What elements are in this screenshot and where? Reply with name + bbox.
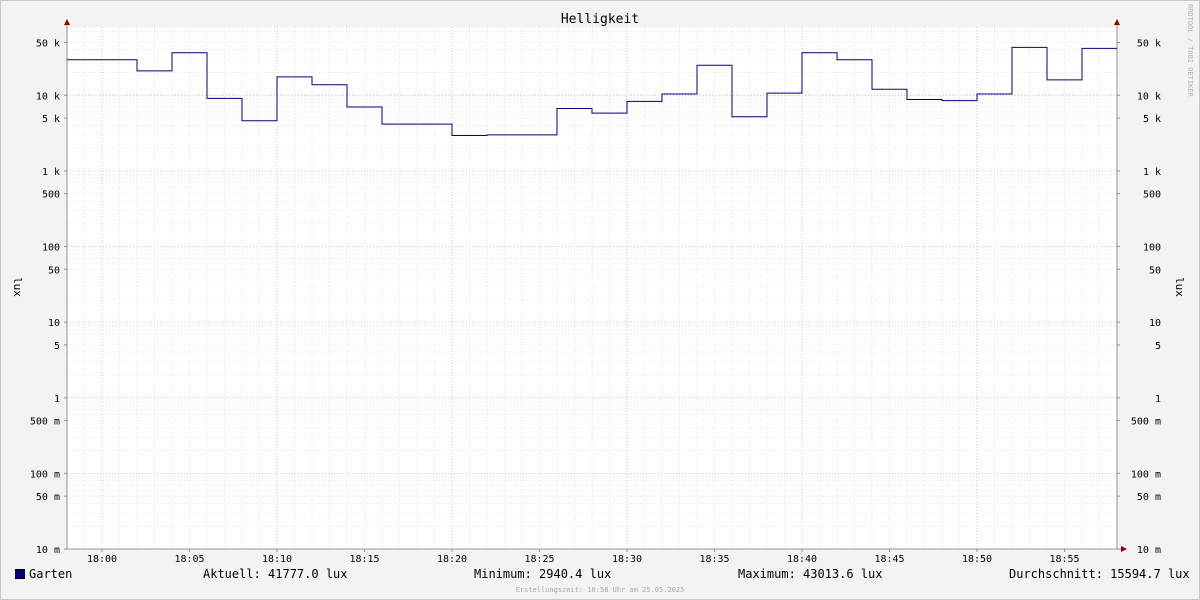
x-tick-label: 18:35: [699, 554, 729, 565]
y-tick-label-left: 50 k: [36, 38, 60, 49]
y-tick-label-left: 1: [54, 394, 60, 405]
x-tick-label: 18:20: [437, 554, 467, 565]
legend-average: Durchschnitt: 15594.7 lux: [1009, 567, 1190, 581]
chart-title: Helligkeit: [561, 12, 639, 27]
y-tick-label-right: 1 k: [1143, 167, 1161, 178]
x-tick-label: 18:40: [787, 554, 817, 565]
y-tick-label-right: 1: [1155, 394, 1161, 405]
y-tick-label-right: 100 m: [1131, 469, 1161, 480]
y-tick-label-left: 500 m: [30, 417, 60, 428]
x-tick-label: 18:05: [174, 554, 204, 565]
y-tick-label-left: 100 m: [30, 469, 60, 480]
y-tick-label-right: 50: [1149, 265, 1161, 276]
y-tick-label-right: 500 m: [1131, 417, 1161, 428]
x-axis-arrow: [1121, 546, 1127, 552]
x-tick-label: 18:25: [524, 554, 554, 565]
chart-svg: Helligkeit lux lux RRDTOOL / TOBI OETIKE…: [11, 4, 1194, 594]
x-tick-label: 18:00: [87, 554, 117, 565]
y-tick-label-right: 500: [1143, 190, 1161, 201]
y-axis-arrow-right: [1114, 19, 1120, 25]
y-tick-label-left: 5 k: [42, 114, 60, 125]
y-tick-label-left: 10 m: [36, 545, 60, 556]
x-tick-label: 18:30: [612, 554, 642, 565]
footer-timestamp: Erstellungszeit: 18:58 Uhr am 25.05.2025: [516, 586, 685, 594]
x-tick-label: 18:55: [1049, 554, 1079, 565]
y-axis-arrow-left: [64, 19, 70, 25]
x-tick-label: 18:10: [262, 554, 292, 565]
legend-series-name: Garten: [29, 567, 73, 581]
x-tick-label: 18:50: [962, 554, 992, 565]
y-tick-label-left: 50: [48, 265, 60, 276]
y-tick-label-right: 5: [1155, 341, 1161, 352]
y-tick-label-left: 50 m: [36, 492, 60, 503]
legend-maximum: Maximum: 43013.6 lux: [738, 567, 883, 581]
y-tick-label-right: 10 k: [1137, 91, 1161, 102]
watermark: RRDTOOL / TOBI OETIKER: [1186, 4, 1194, 98]
y-tick-label-right: 10 m: [1137, 545, 1161, 556]
y-tick-label-right: 5 k: [1143, 114, 1161, 125]
x-tick-label: 18:45: [874, 554, 904, 565]
y-tick-label-right: 100: [1143, 243, 1161, 254]
legend-series: Garten: [15, 567, 72, 581]
x-tick-label: 18:15: [349, 554, 379, 565]
legend-current: Aktuell: 41777.0 lux: [203, 567, 348, 581]
y-tick-label-right: 50 m: [1137, 492, 1161, 503]
y-axis-label-left: lux: [11, 277, 24, 297]
legend-minimum: Minimum: 2940.4 lux: [474, 567, 612, 581]
y-tick-label-left: 5: [54, 341, 60, 352]
legend-swatch: [15, 569, 25, 579]
y-axis-label-right: lux: [1173, 277, 1186, 297]
y-tick-label-left: 1 k: [42, 167, 60, 178]
y-tick-label-right: 50 k: [1137, 38, 1161, 49]
y-tick-label-right: 10: [1149, 318, 1161, 329]
y-tick-label-left: 100: [42, 243, 60, 254]
y-tick-label-left: 10: [48, 318, 60, 329]
y-tick-label-left: 10 k: [36, 91, 60, 102]
y-tick-label-left: 500: [42, 190, 60, 201]
